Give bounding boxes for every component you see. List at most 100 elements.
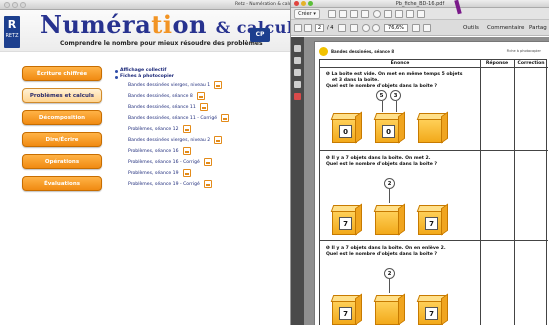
box: 0 bbox=[375, 118, 400, 143]
minimize-window-icon[interactable] bbox=[12, 2, 18, 8]
series-logo-icon bbox=[319, 47, 328, 56]
table-divider bbox=[514, 60, 515, 325]
zoom-in-icon[interactable] bbox=[372, 24, 380, 32]
pdf-icon[interactable] bbox=[182, 124, 191, 133]
left-window-title: Retz - Numération & calcul bbox=[235, 2, 296, 7]
pdf-page: Bandes dessinées, séance 8 Fiche à photo… bbox=[314, 41, 549, 325]
nav-decomposition[interactable]: Décomposition bbox=[22, 110, 102, 125]
tree-item[interactable]: Problèmes, séance 16 bbox=[115, 146, 229, 157]
row-divider bbox=[320, 150, 548, 151]
tree-item[interactable]: Problèmes, séance 12 bbox=[115, 124, 229, 135]
pdf-icon[interactable] bbox=[199, 102, 208, 111]
create-button[interactable]: Créer ▾ bbox=[294, 9, 320, 19]
level-badge: CP bbox=[250, 28, 270, 42]
pdf-toolbar-top: Créer ▾ bbox=[291, 8, 549, 20]
pdf-icon[interactable] bbox=[196, 91, 205, 100]
pdf-icon[interactable] bbox=[182, 168, 191, 177]
tree-item[interactable]: Bandes dessinées vierges, niveau 1 bbox=[115, 80, 229, 91]
box: 0 bbox=[332, 118, 357, 143]
tree-item[interactable]: Problèmes, séance 19 bbox=[115, 168, 229, 179]
save-icon[interactable] bbox=[339, 10, 347, 18]
print-icon[interactable] bbox=[350, 10, 358, 18]
resource-tree: Affichage collectif Fiches à photocopier… bbox=[115, 68, 230, 190]
signature-icon[interactable] bbox=[294, 81, 301, 88]
minimize-window-icon[interactable] bbox=[301, 1, 306, 6]
app-banner: RRETZ Numération & calcul Comprendre le … bbox=[0, 10, 299, 52]
box bbox=[418, 118, 443, 143]
fit-page-icon[interactable] bbox=[412, 24, 420, 32]
nav-ecriture-chiffree[interactable]: Écriture chiffrée bbox=[22, 66, 102, 81]
fit-width-icon[interactable] bbox=[423, 24, 431, 32]
exercise-table: Énonce Réponse Correction ❶ La boîte est… bbox=[319, 59, 548, 325]
col-enonce: Énonce bbox=[320, 60, 480, 68]
nav-evaluations[interactable]: Évaluations bbox=[22, 176, 102, 191]
pages-panel-icon[interactable] bbox=[294, 45, 301, 52]
pdf-icon[interactable] bbox=[221, 113, 230, 122]
left-app-window: Retz - Numération & calcul R RETZ Numérat… bbox=[0, 0, 300, 325]
bubble: 5 bbox=[376, 90, 387, 101]
nav-dire-ecrire[interactable]: Dire/Écrire bbox=[22, 132, 102, 147]
zoom-window-icon[interactable] bbox=[20, 2, 26, 8]
zoom-window-icon[interactable] bbox=[308, 1, 313, 6]
settings-icon[interactable] bbox=[373, 10, 381, 18]
tree-item[interactable]: Bandes dessinées vierges, niveau 2 bbox=[115, 135, 229, 146]
tree-item[interactable]: Problèmes, séance 19 - Corrigé bbox=[115, 179, 229, 190]
left-titlebar: Retz - Numération & calcul bbox=[0, 0, 299, 10]
comment-icon[interactable] bbox=[384, 10, 392, 18]
bubble: 3 bbox=[390, 90, 401, 101]
hand-tool-icon[interactable] bbox=[350, 24, 358, 32]
folder-icon[interactable] bbox=[328, 10, 336, 18]
mail-icon[interactable] bbox=[361, 10, 369, 18]
layers-icon[interactable] bbox=[294, 93, 301, 100]
arrow bbox=[382, 101, 383, 112]
tree-item[interactable]: Problèmes, séance 16 - Corrigé bbox=[115, 157, 229, 168]
menu-comment[interactable]: Commentaire bbox=[487, 24, 524, 32]
pdf-viewer-window: Pb_fiche_BD-16.pdf Créer ▾ 2 / 4 76,6% O… bbox=[290, 0, 549, 325]
pdf-icon[interactable] bbox=[203, 179, 212, 188]
close-window-icon[interactable] bbox=[294, 1, 299, 6]
box: 7 bbox=[418, 300, 443, 325]
arrow bbox=[389, 279, 390, 293]
review-icon[interactable] bbox=[417, 10, 425, 18]
box: 7 bbox=[332, 300, 357, 325]
zoom-select[interactable]: 76,6% bbox=[384, 24, 408, 32]
pdf-icon[interactable] bbox=[214, 135, 223, 144]
share-icon[interactable] bbox=[395, 10, 403, 18]
page-prev-icon[interactable] bbox=[294, 24, 302, 32]
bubble: 2 bbox=[384, 178, 395, 189]
bubble: 2 bbox=[384, 268, 395, 279]
pdf-icon[interactable] bbox=[214, 80, 223, 89]
col-correction: Correction bbox=[514, 60, 548, 68]
retz-logo: R RETZ bbox=[4, 16, 20, 48]
question-1: ❶ La boîte est vide. On met en même temp… bbox=[326, 72, 463, 89]
nav-problemes-calculs[interactable]: Problèmes et calculs bbox=[22, 88, 102, 103]
pdf-icon[interactable] bbox=[182, 146, 191, 155]
zoom-out-icon[interactable] bbox=[362, 24, 370, 32]
pdf-toolbar-nav: 2 / 4 76,6% Outils Commentaire Partag bbox=[291, 20, 549, 36]
select-tool-icon[interactable] bbox=[338, 24, 346, 32]
app-subtitle: Comprendre le nombre pour mieux résoudre… bbox=[60, 40, 263, 47]
close-window-icon[interactable] bbox=[4, 2, 10, 8]
question-3: ❶ Il y a 7 objets dans la boîte. On en e… bbox=[326, 246, 446, 257]
pdf-icon[interactable] bbox=[203, 157, 212, 166]
nav-operations[interactable]: Opérations bbox=[22, 154, 102, 169]
menu-share[interactable]: Partag bbox=[529, 24, 547, 32]
page-total: / 4 bbox=[327, 25, 334, 31]
table-divider bbox=[480, 60, 481, 325]
arrow bbox=[389, 189, 390, 203]
box bbox=[375, 210, 400, 235]
bookmark-icon[interactable] bbox=[294, 57, 301, 64]
box: 7 bbox=[332, 210, 357, 235]
tree-item[interactable]: Bandes dessinées, séance 11 - Corrigé bbox=[115, 113, 230, 124]
attachment-icon[interactable] bbox=[294, 69, 301, 76]
pdf-content-area[interactable]: Bandes dessinées, séance 8 Fiche à photo… bbox=[304, 37, 549, 325]
page-next-icon[interactable] bbox=[304, 24, 312, 32]
pdf-titlebar: Pb_fiche_BD-16.pdf bbox=[291, 0, 549, 8]
menu-tools[interactable]: Outils bbox=[463, 24, 479, 32]
page-number-input[interactable]: 2 bbox=[315, 24, 324, 32]
pdf-sidebar bbox=[291, 37, 304, 325]
tree-item[interactable]: Bandes dessinées, séance 8 bbox=[115, 91, 229, 102]
tree-item[interactable]: Bandes dessinées, séance 11 bbox=[115, 102, 229, 113]
box bbox=[375, 300, 400, 325]
export-icon[interactable] bbox=[406, 10, 414, 18]
